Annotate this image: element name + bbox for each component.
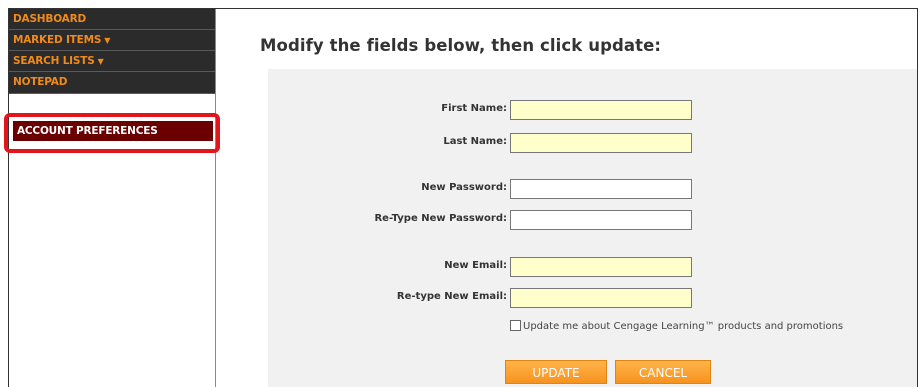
page-title: Modify the fields below, then click upda… (260, 36, 662, 55)
first-name-label: First Name: (441, 103, 507, 114)
sidebar: DASHBOARD MARKED ITEMS ▼ SEARCH LISTS ▼ NO… (9, 9, 216, 387)
retype-email-label: Re-type New Email: (396, 291, 507, 302)
sidebar-item-dashboard[interactable]: DASHBOARD (9, 9, 215, 30)
sidebar-item-notepad[interactable]: NOTEPAD (9, 72, 215, 94)
newsletter-checkbox[interactable] (510, 320, 521, 331)
sidebar-item-label: SEARCH LISTS (13, 55, 95, 67)
cancel-button[interactable]: CANCEL (615, 360, 711, 384)
new-password-field[interactable] (510, 179, 692, 199)
last-name-label: Last Name: (443, 136, 507, 147)
retype-email-row: Re-type New Email: (268, 288, 507, 310)
new-email-row: New Email: (268, 257, 507, 279)
sidebar-item-label: DASHBOARD (13, 13, 86, 25)
new-password-row: New Password: (268, 179, 507, 201)
retype-password-row: Re-Type New Password: (268, 210, 507, 232)
new-email-field[interactable] (510, 257, 692, 277)
sidebar-item-label: NOTEPAD (13, 76, 68, 88)
retype-password-field[interactable] (510, 210, 692, 230)
retype-password-label: Re-Type New Password: (374, 213, 507, 224)
sidebar-item-label: MARKED ITEMS (13, 34, 102, 46)
sidebar-item-search-lists[interactable]: SEARCH LISTS ▼ (9, 51, 215, 72)
caret-down-icon: ▼ (104, 36, 111, 45)
caret-down-icon: ▼ (97, 57, 104, 66)
first-name-field[interactable] (510, 100, 692, 120)
last-name-field[interactable] (510, 133, 692, 153)
first-name-row: First Name: (268, 100, 507, 122)
newsletter-checkbox-row[interactable]: Update me about Cengage Learning™ produc… (510, 320, 843, 332)
update-button[interactable]: UPDATE (505, 360, 607, 384)
last-name-row: Last Name: (268, 133, 507, 155)
new-email-label: New Email: (444, 260, 507, 271)
retype-email-field[interactable] (510, 288, 692, 308)
form-panel: First Name: Last Name: New Password: Re-… (268, 69, 917, 387)
highlight-box (4, 113, 220, 153)
newsletter-checkbox-label: Update me about Cengage Learning™ produc… (523, 321, 844, 332)
main-content: Modify the fields below, then click upda… (217, 9, 917, 387)
new-password-label: New Password: (421, 182, 507, 193)
sidebar-item-marked-items[interactable]: MARKED ITEMS ▼ (9, 30, 215, 51)
